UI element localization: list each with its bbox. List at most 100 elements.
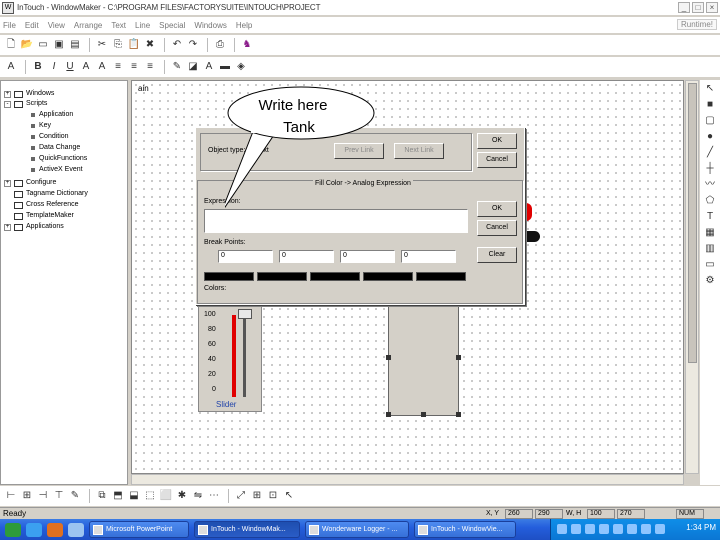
ok-button[interactable]: OK — [477, 133, 517, 149]
tree-item-scripts[interactable]: - Scripts — [4, 99, 47, 109]
tray-icon[interactable] — [599, 524, 609, 534]
break-point-input[interactable]: 0 — [401, 250, 456, 263]
new-window-icon[interactable]: 🗋 — [4, 38, 18, 52]
tree-item-key[interactable]: Key — [31, 121, 51, 131]
tree-item-applications[interactable]: + Applications — [4, 222, 64, 232]
rotate-icon[interactable]: ✱ — [175, 489, 189, 503]
tree-item-windows[interactable]: + Windows — [4, 89, 54, 99]
polygon-icon[interactable]: ⬠ — [703, 194, 717, 208]
vertical-scrollbar[interactable] — [685, 80, 699, 474]
back-icon[interactable]: ⬓ — [127, 489, 141, 503]
minimize-button[interactable]: _ — [678, 2, 690, 13]
selection-handle[interactable] — [386, 355, 391, 360]
color-swatch[interactable] — [204, 272, 254, 281]
tree-item-activex-event[interactable]: ActiveX Event — [31, 165, 83, 175]
trend-icon[interactable]: ▥ — [703, 242, 717, 256]
wizard-tool-icon[interactable]: ⚙ — [703, 274, 717, 288]
grid-icon[interactable]: ⊞ — [250, 489, 264, 503]
align-right-tool-icon[interactable]: ⊣ — [36, 489, 50, 503]
copy-icon[interactable]: ⎘ — [111, 38, 125, 52]
inner-cancel-button[interactable]: Cancel — [477, 220, 517, 236]
flip-icon[interactable]: ⇋ — [191, 489, 205, 503]
menu-edit[interactable]: Edit — [25, 21, 39, 30]
selection-handle[interactable] — [456, 412, 461, 417]
tree-item-data-change[interactable]: Data Change — [31, 143, 80, 153]
ungroup-icon[interactable]: ⬜ — [159, 489, 173, 503]
color-swatch[interactable] — [257, 272, 307, 281]
tree-item-condition[interactable]: Condition — [31, 132, 69, 142]
polyline-icon[interactable]: 〰 — [703, 178, 717, 192]
menu-text[interactable]: Text — [111, 21, 126, 30]
menu-help[interactable]: Help — [236, 21, 252, 30]
selection-handle[interactable] — [386, 412, 391, 417]
desktop-quicklaunch-icon[interactable] — [68, 522, 84, 537]
space-icon[interactable]: ⋯ — [207, 489, 221, 503]
line-color-icon[interactable]: ✎ — [170, 60, 184, 74]
ellipse-icon[interactable]: ● — [703, 130, 717, 144]
button-tool-icon[interactable]: ▭ — [703, 258, 717, 272]
break-point-input[interactable]: 0 — [340, 250, 395, 263]
line-icon[interactable]: ╱ — [703, 146, 717, 160]
close-window-icon[interactable]: ▭ — [36, 38, 50, 52]
ie-quicklaunch-icon[interactable] — [26, 522, 42, 537]
tree-item-application[interactable]: Application — [31, 110, 73, 120]
start-button[interactable] — [5, 522, 21, 537]
delete-icon[interactable]: ✖ — [143, 38, 157, 52]
pointer-icon[interactable]: ↖ — [282, 489, 296, 503]
redo-icon[interactable]: ↷ — [186, 38, 200, 52]
color-swatch[interactable] — [416, 272, 466, 281]
task-powerpoint[interactable]: Microsoft PowerPoint — [89, 521, 189, 538]
color-swatch[interactable] — [363, 272, 413, 281]
clear-button[interactable]: Clear — [477, 247, 517, 263]
collapse-icon[interactable]: - — [4, 100, 11, 108]
front-icon[interactable]: ⬒ — [111, 489, 125, 503]
open-window-icon[interactable]: 📂 — [20, 38, 34, 52]
task-windowviewer[interactable]: InTouch - WindowVie... — [414, 521, 516, 538]
menu-view[interactable]: View — [48, 21, 65, 30]
paste-icon[interactable]: 📋 — [127, 38, 141, 52]
tray-icon[interactable] — [571, 524, 581, 534]
tray-icon[interactable] — [655, 524, 665, 534]
runtime-button[interactable]: Runtime! — [676, 19, 717, 30]
align-left-tool-icon[interactable]: ⊢ — [4, 489, 18, 503]
text-tool-icon[interactable]: T — [703, 210, 717, 224]
menu-file[interactable]: File — [3, 21, 16, 30]
save-icon[interactable]: ▣ — [52, 38, 66, 52]
align-center-tool-icon[interactable]: ⊞ — [20, 489, 34, 503]
underline-icon[interactable]: U — [63, 60, 77, 74]
tray-icon[interactable] — [585, 524, 595, 534]
pencil-icon[interactable]: ✎ — [68, 489, 82, 503]
slider-thumb[interactable] — [238, 309, 252, 319]
slider-symbol[interactable]: 100 80 60 40 20 0 Slider — [198, 302, 262, 412]
cut-icon[interactable]: ✂ — [95, 38, 109, 52]
window-color-icon[interactable]: ▬ — [218, 60, 232, 74]
menu-special[interactable]: Special — [159, 21, 185, 30]
tree-item-cross-reference[interactable]: Cross Reference — [14, 200, 79, 210]
task-logger[interactable]: Wonderware Logger - ... — [305, 521, 409, 538]
bitmap-icon[interactable]: ▦ — [703, 226, 717, 240]
color-swatch[interactable] — [310, 272, 360, 281]
tree-item-tagname-dictionary[interactable]: Tagname Dictionary — [14, 189, 88, 199]
tank-symbol[interactable] — [386, 298, 461, 417]
text-color-icon[interactable]: A — [202, 60, 216, 74]
tree-item-quickfunctions[interactable]: QuickFunctions — [31, 154, 87, 164]
snap-icon[interactable]: ⊡ — [266, 489, 280, 503]
menu-arrange[interactable]: Arrange — [74, 21, 102, 30]
font-size-up-icon[interactable]: A — [79, 60, 93, 74]
zoom-icon[interactable]: ⤢ — [234, 489, 248, 503]
maximize-button[interactable]: □ — [692, 2, 704, 13]
bold-icon[interactable]: B — [31, 60, 45, 74]
cancel-button[interactable]: Cancel — [477, 152, 517, 168]
select-arrow-icon[interactable]: ↖ — [703, 82, 717, 96]
wizard-icon[interactable]: ♞ — [240, 38, 254, 52]
break-point-input[interactable]: 0 — [279, 250, 334, 263]
save-all-icon[interactable]: ▤ — [68, 38, 82, 52]
expand-icon[interactable]: + — [4, 179, 11, 187]
hv-line-icon[interactable]: ┼ — [703, 162, 717, 176]
tray-icon[interactable] — [557, 524, 567, 534]
fill-color-icon[interactable]: ◪ — [186, 60, 200, 74]
group-icon[interactable]: ⬚ — [143, 489, 157, 503]
task-windowmaker[interactable]: InTouch - WindowMak... — [194, 521, 300, 538]
align-center-icon[interactable]: ≡ — [127, 60, 141, 74]
selection-handle[interactable] — [456, 355, 461, 360]
